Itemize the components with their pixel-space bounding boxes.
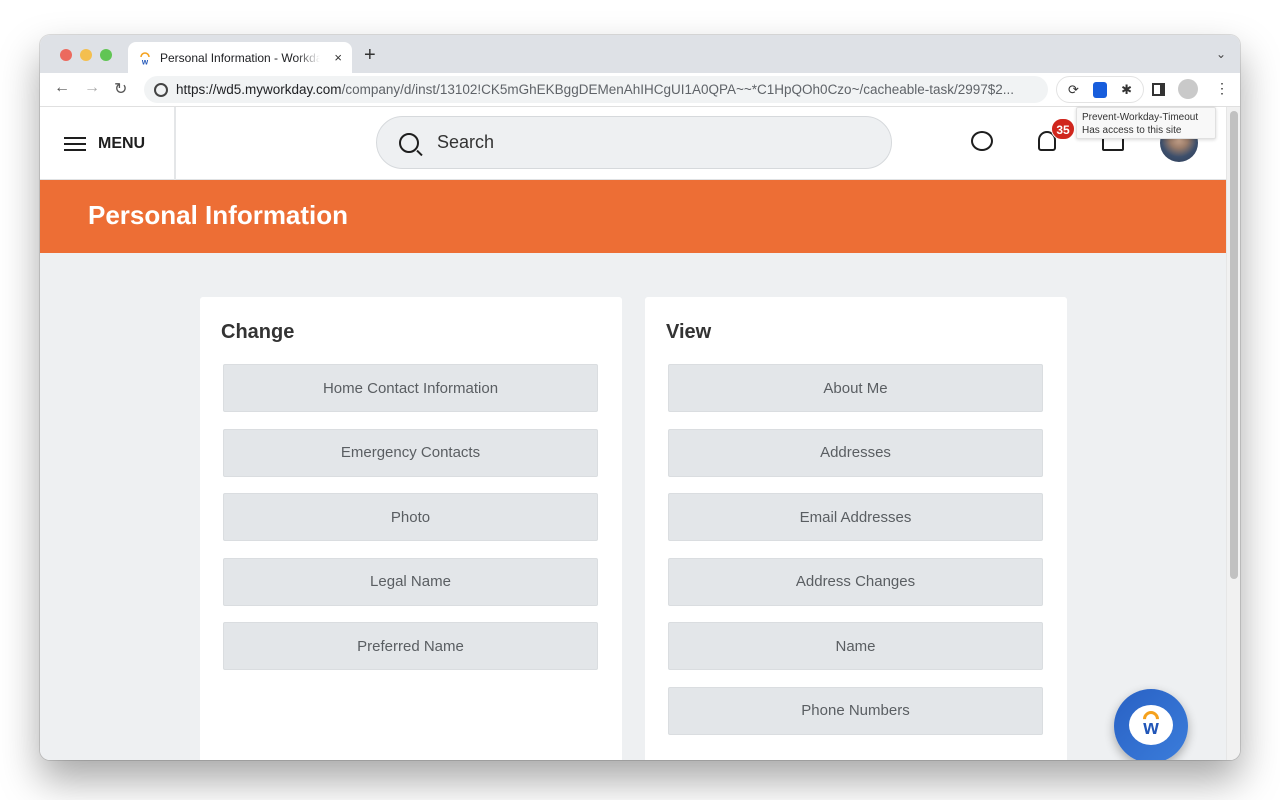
browser-tab[interactable]: w Personal Information - Workday × — [128, 42, 352, 73]
prevent-timeout-extension-icon[interactable]: ⟳ — [1068, 82, 1079, 98]
workday-favicon-icon: w — [138, 51, 152, 66]
view-email-addresses-button[interactable]: Email Addresses — [668, 493, 1043, 541]
tab-search-chevron-icon[interactable]: ⌄ — [1216, 47, 1226, 61]
close-window-button[interactable] — [60, 49, 72, 61]
chat-icon[interactable] — [971, 131, 993, 151]
change-emergency-contacts-button[interactable]: Emergency Contacts — [223, 428, 598, 477]
extension-tooltip: Prevent-Workday-Timeout Has access to th… — [1076, 107, 1216, 139]
url-path: /company/d/inst/13102!CK5mGhEKBggDEMenAh… — [341, 82, 1015, 97]
tab-title: Personal Information - Workday — [160, 50, 320, 65]
tooltip-line-1: Prevent-Workday-Timeout — [1082, 112, 1199, 123]
view-card: View About Me Addresses Email Addresses … — [645, 297, 1067, 760]
browser-window: w Personal Information - Workday × + ⌄ ←… — [40, 35, 1240, 760]
svg-text:w: w — [141, 57, 149, 65]
url-text[interactable]: https://wd5.myworkday.com/company/d/inst… — [176, 82, 1014, 97]
browser-toolbar: ← → ↻ https://wd5.myworkday.com/company/… — [40, 73, 1240, 107]
view-phone-numbers-button[interactable]: Phone Numbers — [668, 686, 1043, 735]
page-title-band: Personal Information — [40, 180, 1226, 253]
extensions-puzzle-icon[interactable]: ✱ — [1121, 82, 1132, 98]
change-task-list: Home Contact Information Emergency Conta… — [223, 364, 598, 687]
side-panel-icon[interactable] — [1152, 83, 1165, 96]
page-scrollbar[interactable] — [1226, 107, 1240, 760]
minimize-window-button[interactable] — [80, 49, 92, 61]
view-about-me-button[interactable]: About Me — [668, 364, 1043, 412]
maximize-window-button[interactable] — [100, 49, 112, 61]
notifications-badge: 35 — [1051, 118, 1075, 140]
scrollbar-thumb[interactable] — [1230, 111, 1238, 579]
menu-button[interactable]: MENU — [40, 107, 176, 180]
view-task-list: About Me Addresses Email Addresses Addre… — [668, 364, 1043, 751]
view-addresses-button[interactable]: Addresses — [668, 428, 1043, 477]
change-heading: Change — [221, 321, 295, 343]
view-heading: View — [666, 321, 712, 343]
reload-button[interactable]: ↻ — [114, 79, 127, 99]
forward-button[interactable]: → — [84, 79, 100, 97]
search-bar[interactable] — [376, 116, 892, 169]
view-name-button[interactable]: Name — [668, 622, 1043, 670]
address-bar[interactable]: https://wd5.myworkday.com/company/d/inst… — [144, 76, 1048, 103]
change-photo-button[interactable]: Photo — [223, 493, 598, 541]
page-title: Personal Information — [88, 200, 349, 230]
new-tab-button[interactable]: + — [364, 44, 376, 67]
search-input[interactable] — [437, 132, 837, 153]
bitwarden-extension-icon[interactable] — [1093, 81, 1107, 98]
tab-bar: w Personal Information - Workday × + ⌄ — [40, 35, 1240, 73]
menu-label: MENU — [98, 134, 146, 152]
change-home-contact-information-button[interactable]: Home Contact Information — [223, 364, 598, 412]
workday-assistant-button[interactable]: w — [1114, 689, 1188, 760]
browser-menu-icon[interactable]: ⋮ — [1215, 80, 1229, 97]
view-address-changes-button[interactable]: Address Changes — [668, 557, 1043, 606]
assistant-chat-bubble-icon: w — [1129, 705, 1173, 745]
change-preferred-name-button[interactable]: Preferred Name — [223, 622, 598, 670]
search-icon — [399, 132, 419, 153]
hamburger-icon — [64, 136, 86, 151]
back-button[interactable]: ← — [54, 79, 70, 97]
tooltip-line-2: Has access to this site — [1082, 125, 1182, 136]
browser-profile-avatar[interactable] — [1178, 79, 1198, 99]
change-card: Change Home Contact Information Emergenc… — [200, 297, 622, 760]
workday-page: MENU 35 Personal Information Change Home… — [40, 107, 1240, 760]
url-host: https://wd5.myworkday.com — [176, 82, 342, 97]
site-info-globe-icon[interactable] — [154, 82, 168, 97]
workday-header: MENU 35 — [40, 107, 1226, 180]
extensions-group: ⟳ ✱ — [1056, 76, 1144, 103]
tab-close-icon[interactable]: × — [334, 50, 342, 65]
change-legal-name-button[interactable]: Legal Name — [223, 557, 598, 606]
workday-logo-letter: w — [1143, 717, 1159, 739]
